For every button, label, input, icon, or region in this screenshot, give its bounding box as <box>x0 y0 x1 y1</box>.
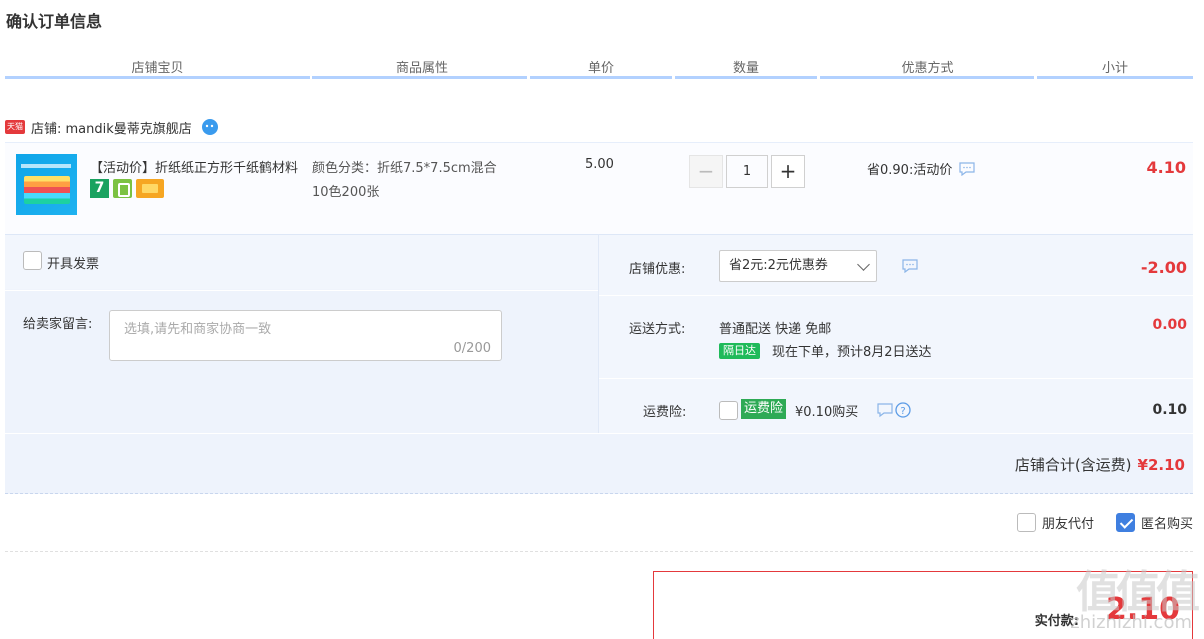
decrease-button[interactable]: − <box>689 155 723 188</box>
help-icon[interactable]: ? <box>877 402 911 418</box>
order-item-row: 【活动价】折纸纸正方形千纸鹤材料 7 颜色分类：折纸7.5*7.5cm混合 10… <box>5 142 1193 234</box>
quantity-stepper: − 1 + <box>689 155 805 188</box>
seller-message-input[interactable]: 选填,请先和商家协商一致 0/200 <box>109 310 502 361</box>
credit-card-icon <box>136 179 164 198</box>
shop-total-label: 店铺合计(含运费) <box>1014 456 1132 474</box>
discount-amount: -2.00 <box>1140 258 1187 277</box>
message-icon[interactable] <box>901 259 919 273</box>
seller-message-row: 给卖家留言: 选填,请先和商家协商一致 0/200 <box>5 290 598 434</box>
friend-pay-option[interactable]: 朋友代付 <box>1016 513 1094 532</box>
message-placeholder: 选填,请先和商家协商一致 <box>124 322 272 337</box>
shipping-method: 普通配送 快递 免邮 <box>719 322 832 337</box>
insurance-amount: 0.10 <box>1152 402 1187 418</box>
unit-price: 5.00 <box>585 157 614 172</box>
friend-pay-checkbox[interactable] <box>1016 513 1036 532</box>
increase-button[interactable]: + <box>771 155 805 188</box>
discount-row: 店铺优惠: 省2元:2元优惠券 -2.00 <box>599 235 1194 296</box>
delivery-eta: 现在下单，预计8月2日送达 <box>772 345 932 360</box>
char-counter: 0/200 <box>453 341 491 356</box>
chevron-down-icon <box>857 258 870 271</box>
shop-name-link[interactable]: 店铺: mandik曼蒂克旗舰店 <box>31 118 192 137</box>
shop-total-row: 店铺合计(含运费) ¥2.10 <box>5 433 1193 494</box>
message-label: 给卖家留言: <box>23 317 93 332</box>
invoice-row: 开具发票 <box>5 235 598 289</box>
item-subtotal: 4.10 <box>1146 158 1186 177</box>
shipping-amount: 0.00 <box>1152 317 1187 333</box>
product-attributes: 颜色分类：折纸7.5*7.5cm混合 10色200张 <box>312 157 532 205</box>
coupon-select[interactable]: 省2元:2元优惠券 <box>719 250 877 282</box>
attr-line: 10色200张 <box>312 185 380 200</box>
order-options: 朋友代付 匿名购买 <box>995 513 1193 532</box>
promo-info: 省0.90:活动价 <box>867 159 976 178</box>
col-subtotal: 小计 <box>1101 61 1128 76</box>
shop-total-amount: ¥2.10 <box>1137 456 1185 474</box>
insurance-row: 运费险: 运费险 ¥0.10购买 ? 0.10 <box>599 379 1194 434</box>
shipping-label: 运送方式: <box>629 322 686 337</box>
tmall-icon: 天猫 <box>5 120 25 134</box>
seven-day-return-icon: 7 <box>90 179 109 198</box>
anonymous-option[interactable]: 匿名购买 <box>1115 513 1193 532</box>
col-quantity: 数量 <box>732 61 759 76</box>
column-header: 店铺宝贝 商品属性 单价 数量 优惠方式 小计 <box>5 54 1193 80</box>
shop-total: 店铺合计(含运费) ¥2.10 <box>1015 454 1185 475</box>
message-icon[interactable] <box>958 161 976 176</box>
insurance-label: 运费险: <box>643 405 687 420</box>
next-day-tag: 隔日达 <box>719 342 760 359</box>
col-attributes: 商品属性 <box>395 61 448 76</box>
col-discount: 优惠方式 <box>901 61 954 76</box>
wangwang-chat-icon[interactable] <box>200 118 220 136</box>
attr-line: 颜色分类：折纸7.5*7.5cm混合 <box>312 161 497 176</box>
coupon-selected: 省2元:2元优惠券 <box>729 258 828 273</box>
page-title: 确认订单信息 <box>6 12 103 31</box>
insurance-price: ¥0.10购买 <box>795 405 859 420</box>
quantity-input[interactable]: 1 <box>726 155 768 188</box>
anonymous-label: 匿名购买 <box>1140 517 1193 532</box>
promo-text: 省0.90:活动价 <box>867 163 953 178</box>
order-extras-panel: 开具发票 给卖家留言: 选填,请先和商家协商一致 0/200 <box>5 234 598 434</box>
shop-summary-panel: 店铺优惠: 省2元:2元优惠券 -2.00 运送方式: 普通配送 快递 免邮 隔… <box>598 234 1194 434</box>
product-thumbnail[interactable] <box>16 154 77 215</box>
service-badges: 7 <box>90 179 164 198</box>
watermark: 值值值 <box>1076 567 1200 618</box>
col-price: 单价 <box>587 61 614 76</box>
insurance-checkbox[interactable] <box>719 401 738 420</box>
invoice-label: 开具发票 <box>47 257 100 272</box>
discount-label: 店铺优惠: <box>629 262 686 277</box>
shop-line: 天猫 店铺: mandik曼蒂克旗舰店 <box>5 117 220 137</box>
guarantee-icon <box>113 179 132 198</box>
friend-pay-label: 朋友代付 <box>1041 517 1094 532</box>
col-shop-item: 店铺宝贝 <box>131 61 184 76</box>
watermark-site: zhizhizhi.com <box>1070 612 1192 633</box>
svg-text:?: ? <box>900 406 905 417</box>
product-title-link[interactable]: 【活动价】折纸纸正方形千纸鹤材料 <box>90 157 310 176</box>
shipping-row: 运送方式: 普通配送 快递 免邮 隔日达 现在下单，预计8月2日送达 0.00 <box>599 296 1194 379</box>
invoice-checkbox[interactable] <box>23 251 42 270</box>
insurance-tag: 运费险 <box>741 399 787 419</box>
divider <box>5 551 1193 552</box>
anonymous-checkbox[interactable] <box>1115 513 1135 532</box>
